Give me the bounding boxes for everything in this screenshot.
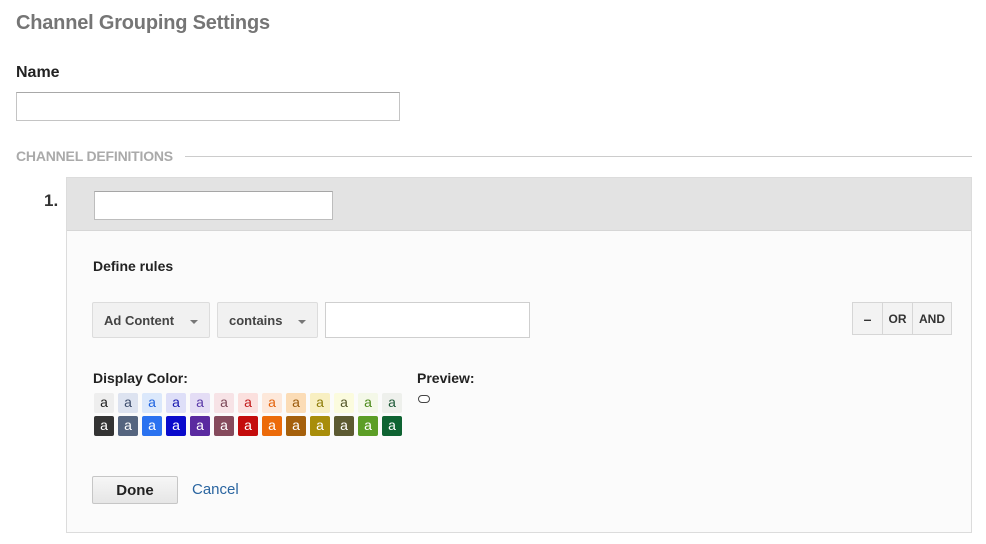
color-swatch-dark-13[interactable]: a: [382, 416, 402, 436]
color-swatch-dark-4[interactable]: a: [166, 416, 186, 436]
color-swatch-light-11[interactable]: a: [334, 393, 354, 413]
cancel-link[interactable]: Cancel: [192, 481, 239, 498]
definition-number: 1.: [44, 191, 59, 210]
color-swatch-dark-8[interactable]: a: [262, 416, 282, 436]
color-swatch-light-4[interactable]: a: [166, 393, 186, 413]
color-swatch-light-5[interactable]: a: [190, 393, 210, 413]
color-swatch-dark-12[interactable]: a: [358, 416, 378, 436]
color-swatch-light-9[interactable]: a: [286, 393, 306, 413]
operator-dropdown-label: contains: [229, 312, 283, 328]
section-title: CHANNEL DEFINITIONS: [16, 148, 173, 164]
color-swatch-light-13[interactable]: a: [382, 393, 402, 413]
color-swatch-dark-6[interactable]: a: [214, 416, 234, 436]
dimension-dropdown-label: Ad Content: [104, 312, 175, 328]
define-rules-title: Define rules: [93, 258, 174, 274]
color-swatch-grid: aaaaaaaaaaaaaaaaaaaaaaaaaa: [94, 393, 402, 436]
channel-definitions-header: CHANNEL DEFINITIONS: [16, 148, 972, 164]
preview-chip: [418, 395, 430, 403]
channel-definition: Define rules Ad Content contains – OR AN…: [66, 177, 972, 533]
rule-value-input[interactable]: [325, 302, 530, 338]
color-swatch-dark-11[interactable]: a: [334, 416, 354, 436]
done-button[interactable]: Done: [92, 476, 178, 504]
channel-name-input[interactable]: [94, 191, 333, 220]
dimension-dropdown[interactable]: Ad Content: [92, 302, 210, 338]
color-swatch-dark-1[interactable]: a: [94, 416, 114, 436]
rule-button-group: – OR AND: [852, 302, 952, 335]
remove-rule-button[interactable]: –: [853, 303, 883, 334]
color-swatch-dark-2[interactable]: a: [118, 416, 138, 436]
page-title: Channel Grouping Settings: [16, 12, 270, 34]
color-swatch-light-2[interactable]: a: [118, 393, 138, 413]
name-input[interactable]: [16, 92, 400, 121]
or-button[interactable]: OR: [883, 303, 913, 334]
preview-label: Preview:: [417, 370, 475, 386]
color-swatch-light-12[interactable]: a: [358, 393, 378, 413]
color-swatch-light-1[interactable]: a: [94, 393, 114, 413]
and-button[interactable]: AND: [913, 303, 951, 334]
chevron-down-icon: [298, 320, 306, 324]
color-swatch-dark-7[interactable]: a: [238, 416, 258, 436]
color-swatch-light-3[interactable]: a: [142, 393, 162, 413]
definition-header: [67, 178, 971, 231]
color-swatch-dark-5[interactable]: a: [190, 416, 210, 436]
section-divider: [184, 155, 972, 157]
display-color-label: Display Color:: [93, 370, 188, 386]
color-swatch-light-6[interactable]: a: [214, 393, 234, 413]
operator-dropdown[interactable]: contains: [217, 302, 318, 338]
chevron-down-icon: [190, 320, 198, 324]
name-label: Name: [16, 64, 60, 81]
color-swatch-dark-9[interactable]: a: [286, 416, 306, 436]
color-swatch-dark-3[interactable]: a: [142, 416, 162, 436]
color-swatch-light-10[interactable]: a: [310, 393, 330, 413]
color-swatch-dark-10[interactable]: a: [310, 416, 330, 436]
color-swatch-light-8[interactable]: a: [262, 393, 282, 413]
color-swatch-light-7[interactable]: a: [238, 393, 258, 413]
